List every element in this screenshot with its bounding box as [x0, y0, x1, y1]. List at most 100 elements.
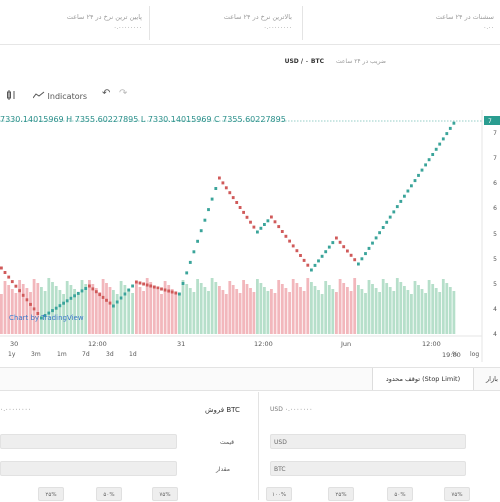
percent-scale-button[interactable]: % [452, 351, 458, 358]
sell-amount-label: مقدار [216, 466, 230, 473]
stat-value: ۰.۰۰ [483, 25, 494, 31]
down-brick [25, 298, 29, 302]
percent-button[interactable]: ۲۵% [38, 487, 64, 501]
volume-bar [94, 288, 98, 334]
up-brick [413, 179, 417, 183]
candle-type-icon[interactable] [6, 89, 16, 103]
timeframe-3d[interactable]: 3d [106, 351, 114, 358]
down-brick [108, 301, 112, 305]
volume-bar [302, 291, 306, 334]
volume-bar [385, 283, 389, 334]
volume-bar [235, 289, 239, 334]
timeframe-1m[interactable]: 1m [57, 351, 67, 358]
volume-bar [381, 279, 385, 334]
sell-price-input[interactable] [0, 434, 177, 449]
up-brick [266, 219, 270, 223]
down-brick [284, 234, 288, 238]
volume-bar [295, 283, 299, 334]
down-brick [163, 288, 167, 292]
down-brick [218, 176, 221, 180]
volume-bar [170, 289, 174, 334]
up-brick [371, 241, 374, 245]
tab-market[interactable]: بازار [480, 368, 500, 390]
up-brick [62, 301, 65, 305]
volume-bar [431, 284, 435, 334]
price-chart[interactable]: 7 [0, 110, 500, 362]
up-brick [185, 271, 189, 275]
up-brick [381, 226, 385, 229]
down-brick [302, 258, 306, 262]
stat-low-24h: پایین ترین نرخ در ۲۴ ساعت ۰.۰۰۰۰۰۰۰۰ [0, 0, 148, 44]
indicators-label: Indicators [47, 92, 88, 101]
pair-subtitle: ضریب در ۲۴ ساعت [335, 58, 386, 65]
up-brick [448, 126, 452, 130]
volume-bar [88, 280, 91, 334]
chart-toolbar: Indicators ↶ ↷ [0, 86, 500, 106]
volume-bar [357, 285, 360, 334]
down-brick [221, 181, 225, 185]
volume-bar [218, 286, 221, 334]
up-brick [210, 197, 214, 201]
down-brick [18, 289, 21, 293]
volume-bar [174, 293, 178, 334]
volume-bar [349, 291, 353, 334]
up-brick [263, 223, 266, 226]
timeframe-3m[interactable]: 3m [31, 351, 41, 358]
down-brick [346, 249, 349, 253]
up-brick [406, 189, 410, 193]
buy-amount-input[interactable]: BTC [270, 461, 466, 476]
percent-button[interactable]: ۲۵% [328, 487, 354, 501]
volume-bar [54, 286, 58, 334]
percent-button[interactable]: ۷۵% [152, 487, 178, 501]
price-tick: 6 [493, 180, 497, 187]
volume-bar [399, 282, 403, 334]
percent-button[interactable]: ۵۰% [387, 487, 413, 501]
volume-bar [196, 279, 199, 334]
volume-bar [142, 291, 145, 334]
up-brick [392, 210, 396, 214]
volume-bar [392, 291, 396, 334]
log-scale-button[interactable]: log [470, 351, 479, 358]
volume-bar [242, 280, 245, 334]
indicators-button[interactable]: Indicators [32, 91, 88, 101]
volume-bar [346, 287, 349, 334]
volume-bar [395, 278, 399, 334]
up-brick [385, 220, 389, 224]
chart-canvas[interactable]: 7 [0, 110, 500, 362]
down-brick [291, 244, 295, 248]
volume-bar [188, 288, 192, 334]
down-brick [338, 240, 342, 244]
volume-bar [413, 281, 417, 334]
up-brick [317, 259, 320, 263]
volume-bar [288, 292, 291, 334]
volume-bar [338, 279, 342, 334]
tab-stop-limit[interactable]: توقف محدود (Stop Limit) [372, 368, 474, 390]
volume-bar [156, 290, 160, 334]
up-brick [374, 236, 378, 240]
stat-high-24h: بالاترین نرخ در ۲۴ ساعت ۰.۰۰۰۰۰۰۰۰ [150, 0, 298, 44]
timeframe-1y[interactable]: 1y [8, 351, 15, 358]
timeframe-7d[interactable]: 7d [82, 351, 90, 358]
date-label: Jun [341, 340, 352, 348]
percent-button[interactable]: ۱۰۰% [266, 487, 292, 501]
percent-button[interactable]: ۷۵% [444, 487, 470, 501]
down-brick [14, 284, 18, 288]
down-brick [142, 282, 145, 286]
volume-bar [69, 285, 73, 334]
timeframe-1d[interactable]: 1d [129, 351, 137, 358]
redo-icon[interactable]: ↷ [119, 88, 127, 99]
volume-bar [353, 278, 357, 334]
volume-bar [228, 281, 232, 334]
up-brick [427, 158, 431, 162]
sell-amount-input[interactable] [0, 461, 177, 476]
up-brick [65, 299, 69, 303]
volume-bar [320, 294, 324, 334]
up-brick [192, 250, 196, 254]
undo-icon[interactable]: ↶ [102, 88, 110, 99]
down-brick [335, 236, 338, 240]
volume-bar [127, 289, 131, 334]
buy-price-input[interactable]: USD [270, 434, 466, 449]
down-brick [167, 289, 171, 293]
percent-button[interactable]: ۵۰% [96, 487, 122, 501]
stat-volume-24h: سشنات در ۲۴ ساعت ۰.۰۰ [303, 0, 500, 44]
